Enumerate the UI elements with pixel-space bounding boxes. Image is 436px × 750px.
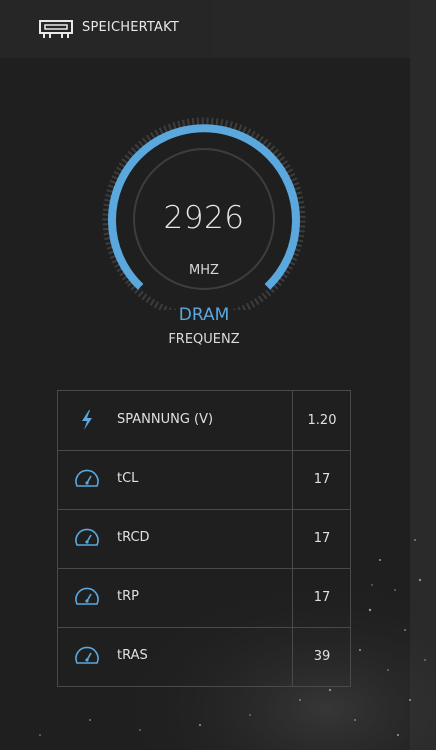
row-label: tRP xyxy=(117,589,139,604)
row-value: 17 xyxy=(292,568,351,627)
gauge-value: 2926 xyxy=(163,200,245,236)
table-row-tras: tRAS 39 xyxy=(58,627,350,686)
gauge-label: DRAM xyxy=(178,305,230,325)
table-row-tcl: tCL 17 xyxy=(58,450,350,510)
row-value: 17 xyxy=(292,509,351,568)
gauge-unit: MHZ xyxy=(189,263,219,278)
speedometer-icon xyxy=(75,587,99,605)
top-band xyxy=(212,0,436,58)
row-label: tRCD xyxy=(117,530,150,545)
header-bar: SPEICHERTAKT xyxy=(0,0,212,58)
lightning-icon xyxy=(82,410,92,430)
table-row-trp: tRP 17 xyxy=(58,568,350,628)
row-label: tRAS xyxy=(117,648,148,663)
table-row-trcd: tRCD 17 xyxy=(58,509,350,569)
gauge-sublabel: FREQUENZ xyxy=(168,332,240,347)
memory-timings-table: SPANNUNG (V) 1.20 tCL 17 tRCD 17 tRP 17 … xyxy=(57,390,351,687)
memory-module-icon xyxy=(39,20,73,38)
row-value: 39 xyxy=(292,627,351,686)
speedometer-icon xyxy=(75,646,99,664)
speedometer-icon xyxy=(75,469,99,487)
speedometer-icon xyxy=(75,528,99,546)
row-value: 1.20 xyxy=(292,391,351,450)
right-strip xyxy=(410,0,436,750)
row-label: tCL xyxy=(117,471,139,486)
row-value: 17 xyxy=(292,450,351,509)
row-label: SPANNUNG (V) xyxy=(117,412,214,427)
table-row-voltage: SPANNUNG (V) 1.20 xyxy=(58,391,350,451)
header-title: SPEICHERTAKT xyxy=(82,20,179,35)
speichertakt-panel: SPEICHERTAKT 2926 MHZ DRAM FREQUENZ SPAN… xyxy=(0,0,436,750)
